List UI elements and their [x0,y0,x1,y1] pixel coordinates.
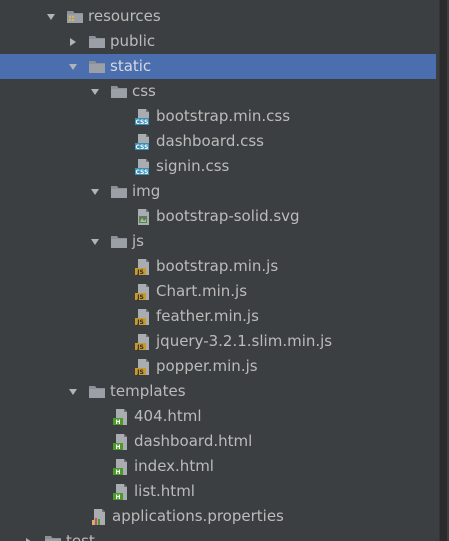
folder-icon [88,33,106,51]
chevron-right-icon[interactable] [22,535,36,541]
css-file-icon [134,133,152,151]
tree-item-label: css [132,82,156,100]
tree-row-file[interactable]: signin.css [0,154,436,179]
chevron-down-icon[interactable] [66,385,80,399]
tree-row-file[interactable]: bootstrap.min.js [0,254,436,279]
js-file-icon [134,283,152,301]
chevron-down-icon[interactable] [88,235,102,249]
js-file-icon [134,358,152,376]
tree-row-file[interactable]: index.html [0,454,436,479]
folder-icon [44,533,62,541]
tree-row-file[interactable]: list.html [0,479,436,504]
tree-item-label: js [132,232,144,250]
html-file-icon [112,433,130,451]
tree-row-css[interactable]: css [0,79,436,104]
tree-item-label: static [110,57,152,75]
vertical-scrollbar[interactable] [436,0,449,541]
scrollbar-thumb[interactable] [439,0,447,541]
tree-item-label: bootstrap.min.js [156,257,279,275]
tree-row-test[interactable]: test [0,529,436,541]
tree-item-label: bootstrap.min.css [156,107,291,125]
css-file-icon [134,108,152,126]
tree-row-properties[interactable]: applications.properties [0,504,436,529]
tree-item-label: feather.min.js [156,307,259,325]
tree-item-label: jquery-3.2.1.slim.min.js [156,332,333,350]
tree-item-label: signin.css [156,157,230,175]
tree-item-label: dashboard.css [156,132,264,150]
tree-item-label: test [66,532,95,541]
folder-icon [110,183,128,201]
folder-icon [110,233,128,251]
tree-item-label: Chart.min.js [156,282,248,300]
project-tree: resources public static css bootstrap.mi… [0,0,449,541]
chevron-down-icon[interactable] [88,185,102,199]
resources-folder-icon [66,8,84,26]
folder-icon [88,58,106,76]
svg-file-icon [134,208,152,226]
tree-row-file[interactable]: dashboard.html [0,429,436,454]
tree-row-js[interactable]: js [0,229,436,254]
folder-icon [88,383,106,401]
tree-item-label: applications.properties [112,507,284,525]
tree-row-file[interactable]: 404.html [0,404,436,429]
js-file-icon [134,308,152,326]
chevron-down-icon[interactable] [44,10,58,24]
properties-file-icon [90,508,108,526]
tree-row-templates[interactable]: templates [0,379,436,404]
tree-row-file[interactable]: Chart.min.js [0,279,436,304]
tree-row-file[interactable]: dashboard.css [0,129,436,154]
tree-row-static[interactable]: static [0,54,436,79]
tree-item-label: bootstrap-solid.svg [156,207,300,225]
js-file-icon [134,333,152,351]
tree-item-label: list.html [134,482,195,500]
folder-icon [110,83,128,101]
tree-row-file[interactable]: jquery-3.2.1.slim.min.js [0,329,436,354]
tree-item-label: resources [88,7,161,25]
tree-row-file[interactable]: bootstrap-solid.svg [0,204,436,229]
tree-row-file[interactable]: bootstrap.min.css [0,104,436,129]
tree-row-file[interactable]: feather.min.js [0,304,436,329]
tree-item-label: templates [110,382,186,400]
html-file-icon [112,483,130,501]
chevron-down-icon[interactable] [88,85,102,99]
js-file-icon [134,258,152,276]
html-file-icon [112,408,130,426]
tree-row-public[interactable]: public [0,29,436,54]
html-file-icon [112,458,130,476]
tree-item-label: index.html [134,457,214,475]
css-file-icon [134,158,152,176]
chevron-down-icon[interactable] [66,60,80,74]
tree-row-file[interactable]: popper.min.js [0,354,436,379]
tree-item-label: img [132,182,161,200]
tree-row-img[interactable]: img [0,179,436,204]
tree-item-label: dashboard.html [134,432,253,450]
tree-item-label: public [110,32,156,50]
tree-row-resources[interactable]: resources [0,4,436,29]
chevron-right-icon[interactable] [66,35,80,49]
tree-item-label: popper.min.js [156,357,258,375]
tree-item-label: 404.html [134,407,202,425]
